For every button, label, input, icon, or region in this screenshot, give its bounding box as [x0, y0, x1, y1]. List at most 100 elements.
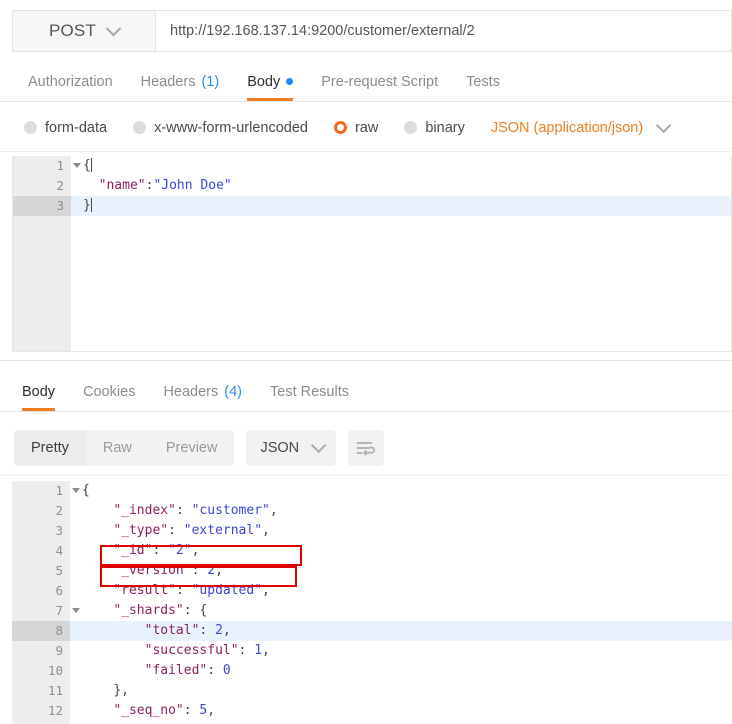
gutter-background: [13, 216, 71, 351]
tab-label: Tests: [466, 74, 500, 90]
code-text: "_id": "2",: [70, 541, 732, 561]
code-text: "name":"John Doe": [71, 176, 731, 196]
request-url-row: POST http://192.168.137.14:9200/customer…: [12, 10, 732, 52]
code-line: 5 "_version": 2,: [12, 561, 732, 581]
body-type-row: form-data x-www-form-urlencoded raw bina…: [0, 104, 732, 152]
code-text: "successful": 1,: [70, 641, 732, 661]
response-tab-test-results[interactable]: Test Results: [256, 372, 363, 411]
body-type-binary[interactable]: binary: [404, 120, 465, 136]
content-type-selector[interactable]: JSON (application/json): [491, 120, 667, 136]
postman-window: POST http://192.168.137.14:9200/customer…: [0, 0, 732, 724]
word-wrap-icon: [356, 440, 376, 456]
request-body-editor[interactable]: 1{2 "name":"John Doe"3}: [12, 156, 732, 352]
code-line: 2 "_index": "customer",: [12, 501, 732, 521]
tab-label: Test Results: [270, 384, 349, 400]
code-text: }: [71, 196, 731, 216]
request-tabs: Authorization Headers (1) Body Pre-reque…: [0, 62, 732, 102]
line-number: 11: [12, 681, 70, 701]
line-number: 6: [12, 581, 70, 601]
view-mode-raw[interactable]: Raw: [86, 430, 149, 466]
response-body-editor[interactable]: 1{2 "_index": "customer",3 "_type": "ext…: [12, 481, 732, 724]
code-line: 9 "successful": 1,: [12, 641, 732, 661]
tab-label: Headers: [141, 74, 196, 90]
tab-count: (4): [224, 384, 242, 400]
code-line: 11 },: [12, 681, 732, 701]
line-number: 5: [12, 561, 70, 581]
body-type-label: raw: [355, 120, 378, 136]
line-number: 2: [13, 176, 71, 196]
code-line: 10 "failed": 0: [12, 661, 732, 681]
line-number: 12: [12, 701, 70, 721]
code-text: "_seq_no": 5,: [70, 701, 732, 721]
radio-icon[interactable]: [404, 121, 417, 134]
body-type-urlencoded[interactable]: x-www-form-urlencoded: [133, 120, 308, 136]
tab-label: Body: [247, 74, 280, 90]
code-text: {: [71, 156, 731, 176]
code-text: "total": 2,: [70, 621, 732, 641]
response-tab-body[interactable]: Body: [8, 372, 69, 411]
code-line: 4 "_id": "2",: [12, 541, 732, 561]
line-number: 4: [12, 541, 70, 561]
tab-count: (1): [201, 74, 219, 90]
line-number: 3: [12, 521, 70, 541]
code-line: 7 "_shards": {: [12, 601, 732, 621]
tab-pre-request-script[interactable]: Pre-request Script: [307, 62, 452, 101]
chevron-down-icon: [656, 118, 672, 134]
body-type-form-data[interactable]: form-data: [24, 120, 107, 136]
line-number: 3: [13, 196, 71, 216]
code-line: 1{: [12, 481, 732, 501]
content-type-label: JSON (application/json): [491, 120, 643, 136]
code-line: 2 "name":"John Doe": [13, 176, 731, 196]
panel-divider: [0, 360, 732, 361]
line-number: 2: [12, 501, 70, 521]
tab-label: Cookies: [83, 384, 135, 400]
tab-label: Body: [22, 384, 55, 400]
radio-selected-icon[interactable]: [334, 121, 347, 134]
body-type-label: x-www-form-urlencoded: [154, 120, 308, 136]
response-format-selector[interactable]: JSON: [246, 430, 336, 466]
http-method-label: POST: [49, 21, 96, 41]
chevron-down-icon: [106, 20, 122, 36]
code-text: "_type": "external",: [70, 521, 732, 541]
code-text: },: [70, 681, 732, 701]
chevron-down-icon: [311, 438, 327, 454]
line-number: 9: [12, 641, 70, 661]
http-method-selector[interactable]: POST: [12, 10, 155, 52]
request-code-lines: 1{2 "name":"John Doe"3}: [13, 156, 731, 216]
tab-label: Headers: [163, 384, 218, 400]
code-line: 1{: [13, 156, 731, 176]
response-tab-cookies[interactable]: Cookies: [69, 372, 149, 411]
line-number: 8: [12, 621, 70, 641]
request-url-text: http://192.168.137.14:9200/customer/exte…: [170, 23, 475, 39]
line-number: 1: [13, 156, 71, 176]
text-cursor: [91, 198, 92, 212]
radio-icon[interactable]: [24, 121, 37, 134]
unsaved-dot-icon: [286, 78, 293, 85]
response-tab-headers[interactable]: Headers (4): [149, 372, 256, 411]
code-line: 3 "_type": "external",: [12, 521, 732, 541]
tab-headers[interactable]: Headers (1): [127, 62, 234, 101]
tab-tests[interactable]: Tests: [452, 62, 514, 101]
code-line: 12 "_seq_no": 5,: [12, 701, 732, 721]
code-text: "_version": 2,: [70, 561, 732, 581]
body-type-label: form-data: [45, 120, 107, 136]
code-text: "_shards": {: [70, 601, 732, 621]
view-mode-label: Preview: [166, 440, 218, 456]
response-view-mode-group: Pretty Raw Preview: [14, 430, 234, 466]
body-type-raw[interactable]: raw: [334, 120, 378, 136]
view-mode-preview[interactable]: Preview: [149, 430, 235, 466]
response-format-label: JSON: [260, 440, 299, 456]
view-mode-label: Raw: [103, 440, 132, 456]
tab-authorization[interactable]: Authorization: [14, 62, 127, 101]
word-wrap-button[interactable]: [348, 430, 384, 466]
response-code-lines: 1{2 "_index": "customer",3 "_type": "ext…: [12, 481, 732, 724]
code-text: "_index": "customer",: [70, 501, 732, 521]
code-text: "result": "updated",: [70, 581, 732, 601]
code-line: 6 "result": "updated",: [12, 581, 732, 601]
radio-icon[interactable]: [133, 121, 146, 134]
response-tabs: Body Cookies Headers (4) Test Results: [0, 372, 732, 412]
tab-body[interactable]: Body: [233, 62, 307, 101]
view-mode-pretty[interactable]: Pretty: [14, 430, 86, 466]
code-line: 3}: [13, 196, 731, 216]
request-url-input[interactable]: http://192.168.137.14:9200/customer/exte…: [155, 10, 732, 52]
